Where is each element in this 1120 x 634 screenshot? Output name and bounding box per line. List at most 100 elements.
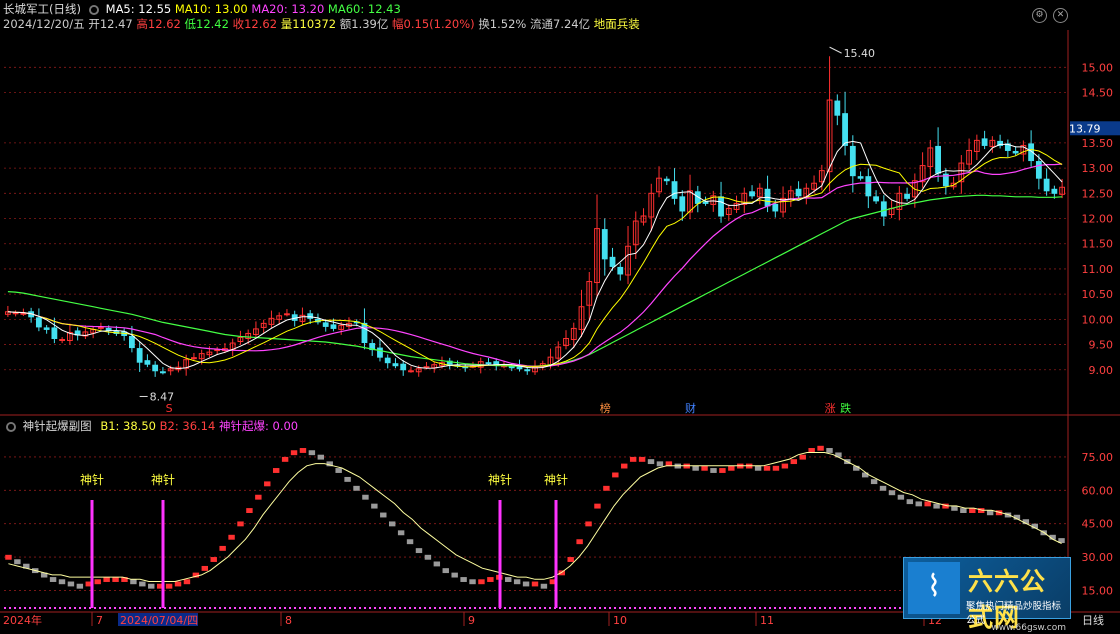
candle-body [191,357,197,360]
indicator-bar [49,577,57,582]
event-marker: 跌 [840,401,851,415]
indicator-bar [924,501,931,507]
indicator-bar [228,534,235,540]
ma5-line [7,140,1063,370]
indicator-bar [638,456,646,462]
candle-body [865,176,872,197]
indicator-bar [210,557,217,562]
candle-body [772,203,779,212]
indicator-bar [897,494,905,500]
candle-body [524,369,531,372]
ma20-line [7,163,1063,367]
candle-body [601,229,608,260]
x-tick-label: 9 [468,614,475,627]
candle-body [105,327,112,331]
x-tick-label: 2024/07/04/四 [120,614,198,627]
indicator-bar [531,581,539,587]
indicator-bar [246,508,253,513]
candle-body [377,347,383,358]
ma60-line [7,194,1063,367]
indicator-bar [433,561,441,567]
indicator-bar [763,465,771,471]
indicator-bar [415,548,423,554]
indicator-bar [790,459,798,465]
indicator-bar [540,583,548,589]
candle-body [718,196,724,217]
indicator-bar [353,485,360,491]
indicator-bar [388,521,396,527]
y-tick-label: 10.00 [1082,313,1114,326]
candle-body [485,362,492,365]
candle-body [904,193,910,199]
indicator-bar [255,494,262,500]
x-tick-label: 8 [285,614,292,627]
indicator-bar [174,581,182,587]
indicator-bar [5,554,12,560]
indicator-bar [861,472,869,478]
indicator-bar [906,499,914,505]
candle-body [609,256,616,267]
y-tick-label: 12.50 [1082,187,1114,200]
indicator-bar [103,577,110,582]
event-marker: S [166,402,173,415]
indicator-bar [130,579,137,585]
candle-body [834,100,841,116]
indicator-bar [487,577,494,582]
indicator-bar [94,579,101,585]
x-tick-label: 10 [613,614,627,627]
indicator-bar [603,485,610,491]
candle-body [842,113,848,146]
candle-body [307,313,314,319]
indicator-bar [344,476,351,482]
event-marker: 榜 [600,401,611,415]
indicator-bar [576,539,583,545]
indicator-bar [505,577,512,582]
candle-body [935,145,941,174]
indicator-bar [647,459,655,465]
indicator-bar [308,450,316,456]
indicator-bar [754,465,762,471]
candle-body [144,360,151,365]
indicator-bar [14,559,21,565]
indicator-bar [710,468,717,473]
candle-body [1035,161,1042,179]
indicator-bar [728,465,735,471]
indicator-bar [67,581,75,587]
indicator-bar [148,583,155,589]
logo-mark-icon: ⌇ [908,562,960,614]
chart-canvas[interactable]: 神针 神针 神针 神针 15.0014.5013.5013.0012.5012.001… [0,0,1120,628]
y-tick-label: 9.00 [1089,364,1114,377]
candle-body [322,322,329,327]
indicator-bar [139,581,146,587]
indicator-bar [201,565,209,571]
spike-label: 神针 [151,472,175,487]
indicator-bar [826,448,833,453]
indicator-bar [281,456,289,462]
indicator-bar [219,545,226,551]
indicator-bar [397,530,405,536]
candle-body [702,201,709,204]
sub-y-tick-label: 75.00 [1082,451,1114,464]
candlestick-series [4,56,1066,377]
y-tick-label: 13.50 [1082,137,1114,150]
y-tick-label: 13.00 [1082,162,1114,175]
x-tick-label: 2024年 [3,613,42,627]
candle-body [1051,188,1058,194]
y-tick-label: 11.50 [1082,238,1114,251]
indicator-bar [933,503,940,509]
indicator-bar [469,579,476,585]
indicator-bar [781,463,789,469]
indicator-bar [442,568,449,574]
indicator-bar [406,539,414,545]
indicator-bar [888,490,896,496]
indicator-bar [612,472,619,478]
candle-body [679,196,686,212]
candle-body [671,181,678,199]
candle-body [136,348,143,363]
candle-body [129,335,135,349]
indicator-bar [460,577,467,582]
candle-body [880,201,887,217]
candle-body [857,176,864,179]
indicator-bar [362,494,369,500]
indicator-bar [290,450,298,456]
